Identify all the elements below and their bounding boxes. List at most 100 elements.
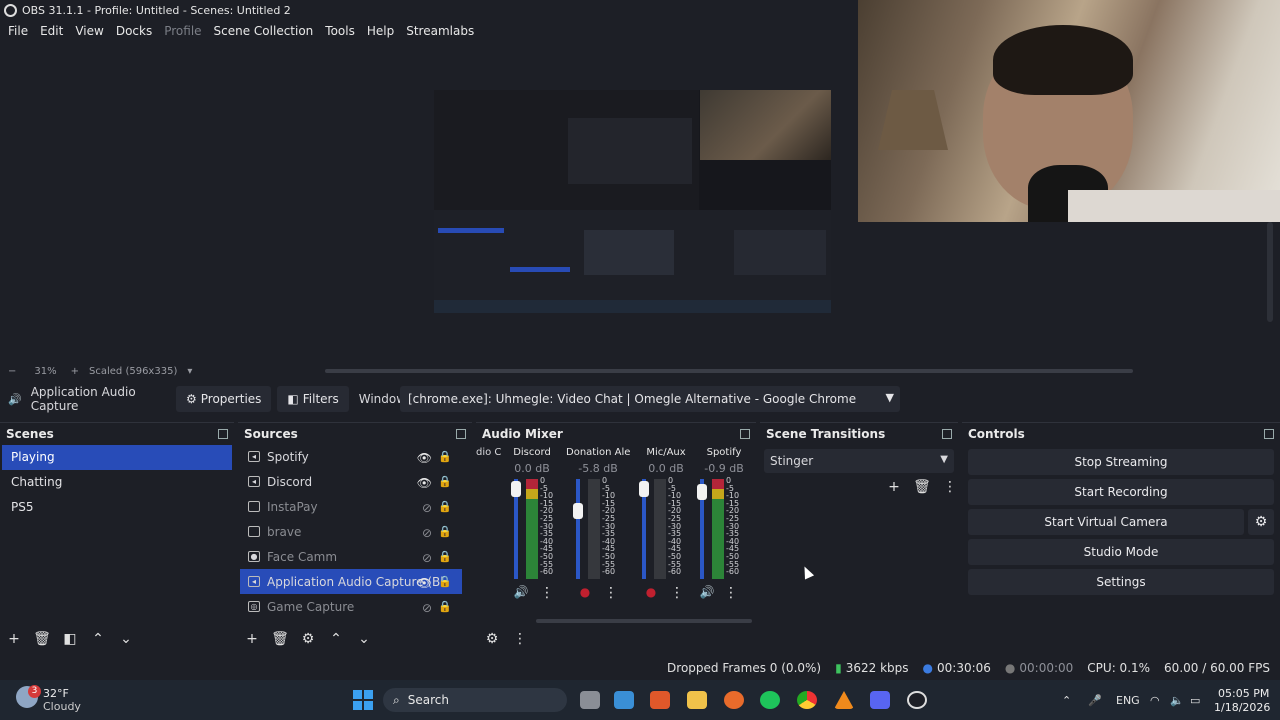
wifi-icon[interactable]: ◠ <box>1150 694 1160 707</box>
microphone-icon[interactable]: 🎤 <box>1088 694 1102 707</box>
muted-speaker-icon[interactable]: ● <box>642 585 660 603</box>
taskbar-search[interactable]: ⌕ Search <box>383 688 567 712</box>
weather-desc[interactable]: Cloudy <box>43 700 81 713</box>
volume-fader[interactable] <box>639 479 649 579</box>
discord-icon[interactable] <box>870 691 890 709</box>
move-up-button[interactable]: ⌃ <box>86 631 110 647</box>
speaker-icon[interactable]: 🔊 <box>512 585 530 603</box>
move-up-button[interactable]: ⌃ <box>324 631 348 647</box>
volume-fader[interactable] <box>573 479 583 579</box>
eye-icon[interactable]: 👁 <box>417 451 432 465</box>
more-options-icon[interactable]: ⋮ <box>724 585 738 601</box>
virtual-camera-gear-icon[interactable]: ⚙ <box>1248 509 1274 535</box>
fader-knob[interactable] <box>573 503 583 519</box>
menu-file[interactable]: File <box>2 24 34 38</box>
properties-button[interactable]: ⚙ Properties <box>176 386 272 412</box>
lock-icon[interactable]: 🔒 <box>438 450 452 463</box>
scene-item[interactable]: Playing <box>2 445 232 470</box>
lock-icon[interactable]: 🔒 <box>438 600 452 613</box>
advanced-audio-gear-icon[interactable]: ⚙ <box>480 631 504 647</box>
move-down-button[interactable]: ⌄ <box>352 631 376 647</box>
mixer-scrollbar[interactable] <box>536 619 752 623</box>
lock-icon[interactable]: 🔒 <box>438 525 452 538</box>
move-down-button[interactable]: ⌄ <box>114 631 138 647</box>
preview-horizontal-scrollbar[interactable] <box>325 369 1133 373</box>
source-item[interactable]: ◎ Game Capture ⊘ 🔒 <box>240 594 462 619</box>
source-properties-button[interactable]: ⚙ <box>296 631 320 647</box>
task-view-icon[interactable] <box>580 691 600 709</box>
menu-view[interactable]: View <box>69 24 109 38</box>
menu-scene-collection[interactable]: Scene Collection <box>208 24 320 38</box>
fader-knob[interactable] <box>639 481 649 497</box>
more-options-icon[interactable]: ⋮ <box>938 479 962 495</box>
menu-tools[interactable]: Tools <box>319 24 361 38</box>
more-options-icon[interactable]: ⋮ <box>670 585 684 601</box>
source-item[interactable]: ● Face Camm ⊘ 🔒 <box>240 544 462 569</box>
clock-date[interactable]: 1/18/2026 <box>1214 701 1270 714</box>
add-scene-button[interactable]: + <box>2 631 26 647</box>
lock-icon[interactable]: 🔒 <box>438 550 452 563</box>
dock-float-icon[interactable] <box>740 429 750 439</box>
scene-filters-button[interactable]: ◧ <box>58 631 82 647</box>
stop-streaming-button[interactable]: Stop Streaming <box>968 449 1274 475</box>
eye-icon[interactable]: 👁 <box>417 476 432 490</box>
firefox-icon[interactable] <box>724 691 744 709</box>
eye-icon[interactable]: 👁 <box>417 576 432 590</box>
menu-docks[interactable]: Docks <box>110 24 158 38</box>
language-indicator[interactable]: ENG <box>1116 694 1140 707</box>
zoom-in-button[interactable]: + <box>71 366 79 377</box>
remove-scene-button[interactable]: 🗑 <box>30 631 54 647</box>
fader-knob[interactable] <box>697 484 707 500</box>
add-transition-button[interactable]: + <box>882 479 906 495</box>
spotify-icon[interactable] <box>760 691 780 709</box>
dock-float-icon[interactable] <box>942 429 952 439</box>
brave-icon[interactable] <box>650 691 670 709</box>
remove-source-button[interactable]: 🗑 <box>268 631 292 647</box>
preview-vertical-scrollbar[interactable] <box>1267 222 1273 322</box>
lock-icon[interactable]: 🔒 <box>438 500 452 513</box>
source-item[interactable]: ◂ Spotify 👁 🔒 <box>240 444 462 469</box>
preview-canvas[interactable] <box>434 90 831 313</box>
dock-float-icon[interactable] <box>456 429 466 439</box>
dock-float-icon[interactable] <box>218 429 228 439</box>
add-source-button[interactable]: + <box>240 631 264 647</box>
menu-profile[interactable]: Profile <box>158 24 207 38</box>
chrome-icon[interactable] <box>797 691 817 709</box>
obs-taskbar-icon[interactable] <box>907 691 927 709</box>
eye-hidden-icon[interactable]: ⊘ <box>422 551 432 565</box>
volume-fader[interactable] <box>697 479 707 579</box>
volume-icon[interactable]: 🔈 <box>1170 694 1184 707</box>
weather-temp[interactable]: 32°F <box>43 687 69 700</box>
lock-icon[interactable]: 🔒 <box>438 475 452 488</box>
remove-transition-button[interactable]: 🗑 <box>910 479 934 495</box>
window-select[interactable]: [chrome.exe]: Uhmegle: Video Chat | Omeg… <box>400 386 900 412</box>
muted-speaker-icon[interactable]: ● <box>576 585 594 603</box>
settings-button[interactable]: Settings <box>968 569 1274 595</box>
clock-time[interactable]: 05:05 PM <box>1218 687 1269 700</box>
source-item[interactable]: ◂ Discord 👁 🔒 <box>240 469 462 494</box>
eye-hidden-icon[interactable]: ⊘ <box>422 526 432 540</box>
source-item[interactable]: brave ⊘ 🔒 <box>240 519 462 544</box>
menu-help[interactable]: Help <box>361 24 400 38</box>
terminal-icon[interactable] <box>614 691 634 709</box>
more-options-icon[interactable]: ⋮ <box>604 585 618 601</box>
zoom-out-button[interactable]: − <box>8 366 16 377</box>
chevron-down-icon[interactable]: ▾ <box>187 366 192 377</box>
volume-fader[interactable] <box>511 479 521 579</box>
speaker-icon[interactable]: 🔊 <box>698 585 716 603</box>
menu-edit[interactable]: Edit <box>34 24 69 38</box>
chevron-up-icon[interactable]: ⌃ <box>1062 694 1071 707</box>
source-item[interactable]: ◂ Application Audio Capture (Bl 👁 🔒 <box>240 569 462 594</box>
transition-select[interactable]: Stinger ▼ <box>764 449 954 473</box>
filters-button[interactable]: ◧ Filters <box>277 386 349 412</box>
more-options-icon[interactable]: ⋮ <box>540 585 554 601</box>
lock-icon[interactable]: 🔒 <box>438 575 452 588</box>
fader-knob[interactable] <box>511 481 521 497</box>
scene-item[interactable]: PS5 <box>2 495 232 520</box>
studio-mode-button[interactable]: Studio Mode <box>968 539 1274 565</box>
source-item[interactable]: InstaPay ⊘ 🔒 <box>240 494 462 519</box>
start-virtual-camera-button[interactable]: Start Virtual Camera <box>968 509 1244 535</box>
windows-start-icon[interactable] <box>353 690 373 710</box>
file-explorer-icon[interactable] <box>687 691 707 709</box>
eye-hidden-icon[interactable]: ⊘ <box>422 501 432 515</box>
